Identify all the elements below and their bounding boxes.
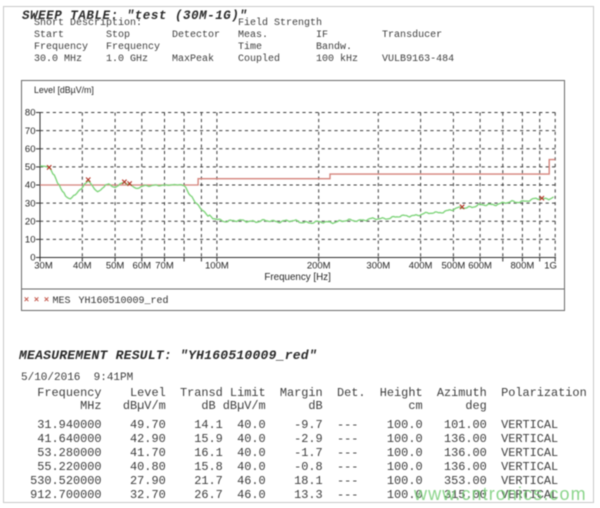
- svg-text:60: 60: [25, 144, 36, 155]
- svg-text:600M: 600M: [468, 260, 492, 271]
- svg-text:20: 20: [25, 216, 36, 227]
- svg-text:10: 10: [25, 234, 36, 245]
- svg-text:800M: 800M: [511, 260, 535, 271]
- svg-text:70: 70: [25, 125, 36, 136]
- svg-text:50: 50: [25, 162, 36, 173]
- svg-text:Frequency [Hz]: Frequency [Hz]: [264, 272, 331, 283]
- svg-text:500M: 500M: [442, 260, 466, 271]
- svg-text:1G: 1G: [544, 260, 557, 271]
- svg-text:YH160510009_red: YH160510009_red: [79, 295, 169, 307]
- svg-text:300M: 300M: [366, 260, 390, 271]
- svg-text:50M: 50M: [106, 260, 125, 271]
- svg-text:80: 80: [25, 107, 36, 118]
- svg-text:400M: 400M: [409, 260, 433, 271]
- svg-text:MES: MES: [53, 296, 71, 307]
- svg-text:200M: 200M: [307, 260, 331, 271]
- svg-text:30: 30: [25, 198, 36, 209]
- svg-text:40: 40: [25, 180, 36, 191]
- svg-text:70M: 70M: [155, 260, 174, 271]
- svg-text:40M: 40M: [73, 260, 92, 271]
- svg-text:30M: 30M: [34, 260, 53, 271]
- svg-text:100M: 100M: [205, 260, 229, 271]
- svg-text:60M: 60M: [133, 260, 152, 271]
